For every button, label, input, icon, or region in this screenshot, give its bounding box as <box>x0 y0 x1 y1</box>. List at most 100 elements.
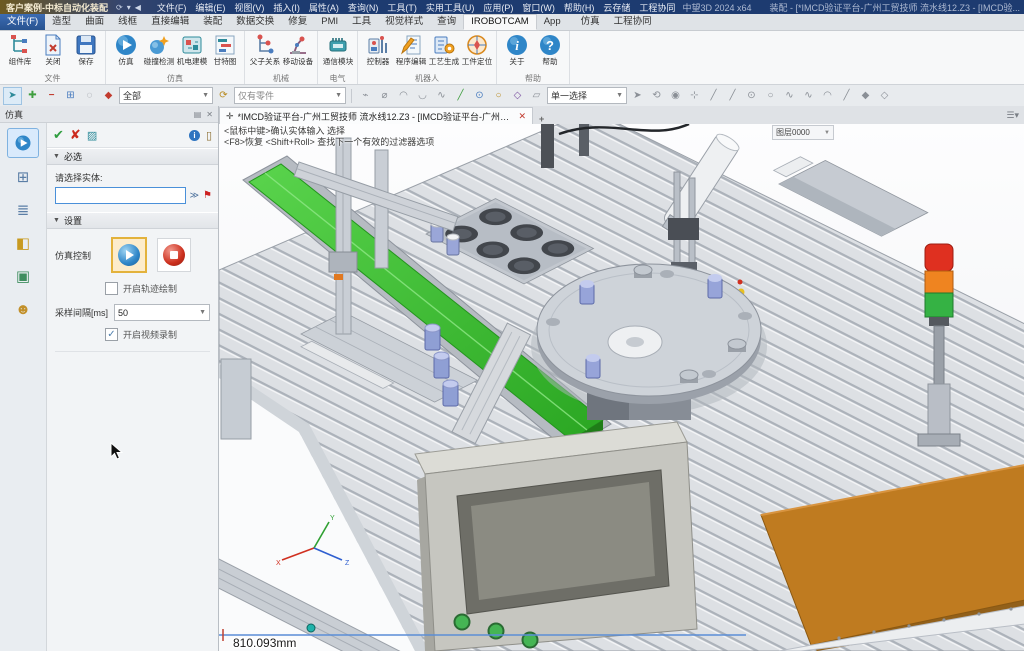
entity-filter-icon-2[interactable]: ⌀ <box>376 88 393 104</box>
remove-entity-icon[interactable]: − <box>43 88 60 104</box>
info-icon[interactable]: i <box>188 129 200 141</box>
sync-icon[interactable]: ⟳ <box>116 3 123 12</box>
interval-dropdown[interactable]: 50 ▼ <box>114 304 210 321</box>
document-tab[interactable]: ✛ *IMCD验证平台-广州工贸技师 流水线12.Z3 - [IMCD验证平台-… <box>219 107 533 124</box>
save-button[interactable]: 保存 <box>69 32 102 73</box>
pick-arrow-icon[interactable]: ➤ <box>629 88 646 104</box>
tab-app[interactable]: App <box>537 14 568 30</box>
tab-data-exchange[interactable]: 数据交换 <box>229 14 281 30</box>
tab-direct-edit[interactable]: 直接编辑 <box>144 14 196 30</box>
expand-chevron-icon[interactable]: ≫ <box>190 190 199 201</box>
layer-dropdown[interactable]: 图层0000 ▼ <box>772 125 834 140</box>
tab-file[interactable]: 文件(F) <box>0 14 46 30</box>
tab-pmi[interactable]: PMI <box>314 14 345 30</box>
new-tab-button[interactable]: + <box>533 114 550 124</box>
tab-wireframe[interactable]: 线框 <box>111 14 144 30</box>
strip-hierarchy-icon[interactable]: ≣ <box>8 196 38 224</box>
tab-surface[interactable]: 曲面 <box>78 14 111 30</box>
entity-filter-icon-4[interactable]: ◡ <box>414 88 431 104</box>
process-generate-button[interactable]: 工艺生成 <box>427 32 460 73</box>
pick-apply-button[interactable]: ▨ <box>87 129 97 142</box>
circle-tool-icon-2[interactable]: ○ <box>762 88 779 104</box>
undo-pick-icon[interactable]: ⟲ <box>648 88 665 104</box>
entity-filter-icon-9[interactable]: ◇ <box>509 88 526 104</box>
simulate-button[interactable]: 仿真 <box>109 32 142 73</box>
menu-attribute[interactable]: 属性(A) <box>309 1 339 14</box>
strip-image-icon[interactable]: ▣ <box>8 262 38 290</box>
face-tool-icon[interactable]: ◆ <box>857 88 874 104</box>
face-tool-icon-2[interactable]: ◇ <box>876 88 893 104</box>
target-icon[interactable]: ◉ <box>667 88 684 104</box>
menu-collab[interactable]: 工程协同 <box>639 1 675 14</box>
mobile-device-button[interactable]: 移动设备 <box>281 32 314 73</box>
line-tool-icon[interactable]: ╱ <box>705 88 722 104</box>
entity-filter-icon-3[interactable]: ◠ <box>395 88 412 104</box>
collapse-icon[interactable]: ◀ <box>135 3 141 12</box>
menu-inquire[interactable]: 查询(N) <box>348 1 379 14</box>
menu-file[interactable]: 文件(F) <box>157 1 187 14</box>
tab-close-icon[interactable]: ✕ <box>518 111 526 122</box>
canvas-3d[interactable]: <鼠标中键>确认实体输入 选择 <F8>恢复 <Shift+Roll> 查找下一… <box>219 124 1024 651</box>
parts-filter-dropdown[interactable]: 仅有零件 ▼ <box>234 87 346 104</box>
menu-utilities[interactable]: 实用工具(U) <box>426 1 475 14</box>
ok-button[interactable]: ✔ <box>53 127 64 143</box>
video-checkbox-row[interactable]: ✓ 开启视频录制 <box>47 321 218 341</box>
menu-view[interactable]: 视图(V) <box>234 1 264 14</box>
panel-dock-icon[interactable]: ▤ <box>194 110 202 119</box>
mechatronic-model-button[interactable]: 机电建模 <box>175 32 208 73</box>
entity-filter-icon-10[interactable]: ▱ <box>528 88 545 104</box>
section-settings[interactable]: ▼ 设置 <box>47 212 218 229</box>
tab-shape[interactable]: 造型 <box>45 14 78 30</box>
tab-list-icon[interactable]: ☰▾ <box>1001 110 1024 121</box>
video-checkbox[interactable]: ✓ <box>105 328 118 341</box>
stop-simulation-button[interactable] <box>157 238 191 272</box>
side-extrusion[interactable] <box>220 358 252 440</box>
hmi-panel[interactable] <box>414 421 698 651</box>
strip-user-icon[interactable]: ☻ <box>8 295 38 323</box>
tab-irobotcam[interactable]: IROBOTCAM <box>463 14 537 30</box>
close-document-button[interactable]: 关闭 <box>36 32 69 73</box>
entity-input[interactable] <box>55 187 186 204</box>
collision-check-button[interactable]: 碰撞检测 <box>142 32 175 73</box>
add-entity-icon[interactable]: ✚ <box>24 88 41 104</box>
notes-icon[interactable]: ▯ <box>206 129 212 142</box>
curve-tool-icon-2[interactable]: ∿ <box>800 88 817 104</box>
strip-solid-box-icon[interactable]: ◧ <box>8 229 38 257</box>
scene-3d[interactable]: X Y Z 810.093mm <box>219 124 1024 651</box>
entity-filter-icon-1[interactable]: ⌁ <box>357 88 374 104</box>
select-tool-icon[interactable]: ➤ <box>3 86 22 105</box>
trace-checkbox-row[interactable]: 开启轨迹绘制 <box>47 275 218 295</box>
grid-options-icon[interactable]: ⊞ <box>62 88 79 104</box>
entity-filter-icon-8[interactable]: ○ <box>490 88 507 104</box>
tab-visual-style[interactable]: 视觉样式 <box>378 14 430 30</box>
tab-repair[interactable]: 修复 <box>281 14 314 30</box>
strip-simulate-icon[interactable] <box>7 128 39 158</box>
menu-window[interactable]: 窗口(W) <box>522 1 555 14</box>
constraint-icon[interactable]: ◆ <box>100 88 117 104</box>
tab-pin-icon[interactable]: ✛ <box>226 111 234 122</box>
dashed-circle-icon[interactable]: ◌ <box>81 88 98 104</box>
workpiece-locate-button[interactable]: 工件定位 <box>460 32 493 73</box>
menu-edit[interactable]: 编辑(E) <box>195 1 225 14</box>
parent-child-button[interactable]: 父子关系 <box>248 32 281 73</box>
selection-mode-dropdown[interactable]: 单一选择 ▼ <box>547 87 627 104</box>
refresh-filter-icon[interactable]: ⟳ <box>215 88 232 104</box>
cancel-button[interactable]: ✘ <box>70 127 81 143</box>
about-button[interactable]: i 关于 <box>500 32 533 73</box>
entity-filter-icon-7[interactable]: ⊙ <box>471 88 488 104</box>
tab-inquire[interactable]: 查询 <box>430 14 463 30</box>
tab-assembly[interactable]: 装配 <box>196 14 229 30</box>
tab-engineering-collab[interactable]: 工程协同 <box>607 14 659 30</box>
entity-filter-icon-5[interactable]: ∿ <box>433 88 450 104</box>
curve-tool-icon[interactable]: ∿ <box>781 88 798 104</box>
quick-access-caret-icon[interactable]: ▾ <box>127 3 131 12</box>
arc-tool-icon[interactable]: ◠ <box>819 88 836 104</box>
slash-tool-icon[interactable]: ╱ <box>838 88 855 104</box>
play-simulation-button[interactable] <box>111 237 147 273</box>
section-required[interactable]: ▼ 必选 <box>47 148 218 165</box>
menu-help[interactable]: 帮助(H) <box>564 1 595 14</box>
strip-constraint-tree-icon[interactable]: ⊞ <box>8 163 38 191</box>
controller-button[interactable]: 控制器 <box>361 32 394 73</box>
menu-application[interactable]: 应用(P) <box>483 1 513 14</box>
line-tool-icon-2[interactable]: ╱ <box>724 88 741 104</box>
